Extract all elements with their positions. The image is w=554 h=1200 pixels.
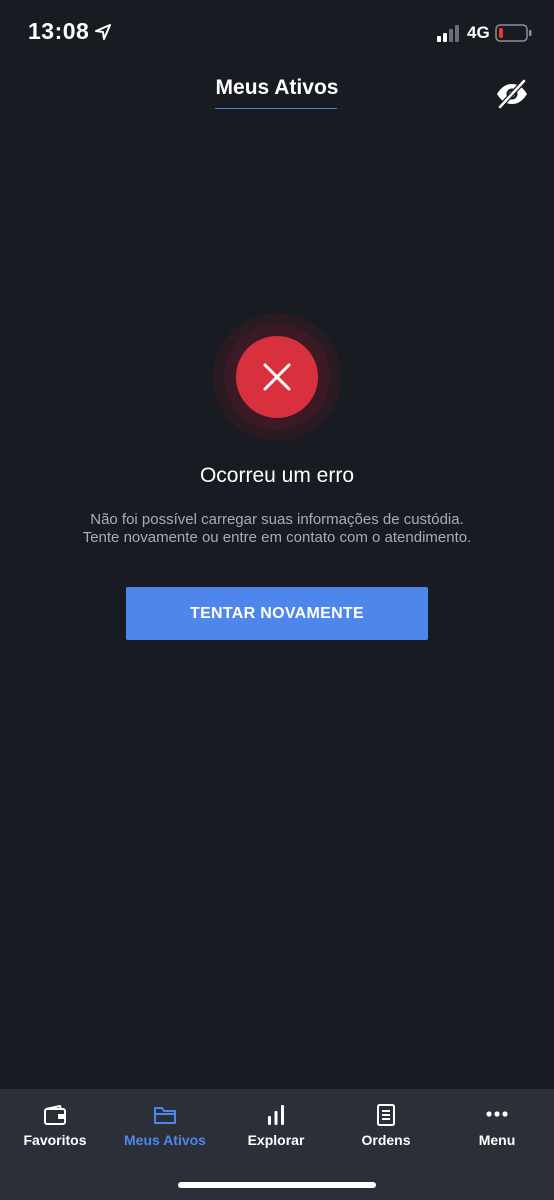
bar-chart-icon — [268, 1105, 284, 1125]
tab-menu[interactable]: Menu — [442, 1089, 552, 1163]
tab-label: Ordens — [361, 1132, 411, 1148]
status-bar: 13:08 4G — [0, 0, 554, 66]
page-title: Meus Ativos — [215, 76, 339, 99]
error-badge — [213, 313, 341, 441]
tab-label: Meus Ativos — [124, 1132, 206, 1148]
home-indicator[interactable] — [178, 1182, 376, 1188]
tab-meus-ativos[interactable]: Meus Ativos — [110, 1089, 220, 1163]
retry-button[interactable]: TENTAR NOVAMENTE — [126, 587, 428, 640]
network-label: 4G — [467, 23, 490, 42]
tab-ordens[interactable]: Ordens — [331, 1089, 441, 1163]
error-title: Ocorreu um erro — [199, 464, 355, 487]
tab-label: Favoritos — [23, 1132, 87, 1148]
title-underline — [215, 108, 337, 109]
tab-favoritos[interactable]: Favoritos — [0, 1089, 110, 1163]
eye-off-icon[interactable] — [494, 78, 530, 110]
wallet-icon — [44, 1105, 66, 1125]
battery-icon — [495, 24, 532, 42]
tab-label: Explorar — [247, 1132, 305, 1148]
error-message: Não foi possível carregar suas informaçõ… — [82, 511, 472, 546]
status-time: 13:08 — [28, 18, 90, 44]
folder-icon — [154, 1107, 176, 1124]
tab-label: Menu — [478, 1132, 516, 1148]
more-icon — [486, 1111, 508, 1117]
header: Meus Ativos — [0, 66, 554, 126]
tab-explorar[interactable]: Explorar — [221, 1089, 331, 1163]
location-arrow-icon — [95, 24, 111, 40]
document-icon — [377, 1104, 395, 1126]
screen: 13:08 4G Meus Ativos Ocorreu um erro Não… — [0, 0, 554, 1200]
signal-icon — [437, 25, 459, 42]
